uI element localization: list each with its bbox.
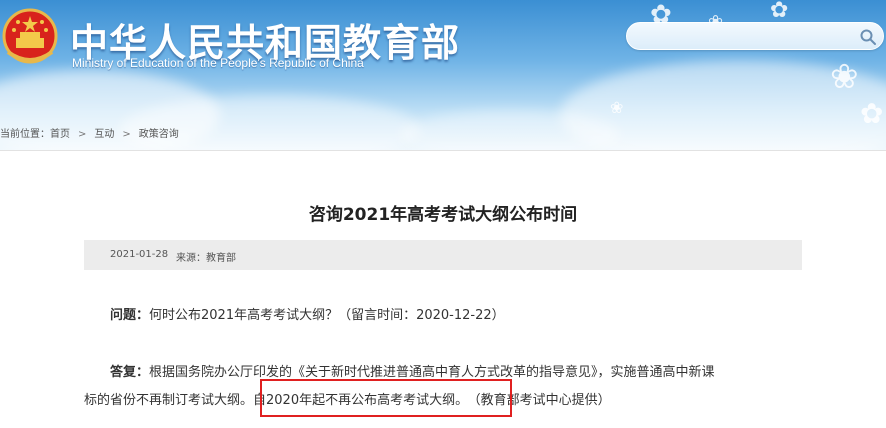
search-box[interactable] xyxy=(626,22,884,50)
answer-text-line1: 根据国务院办公厅印发的《关于新时代推进普通高中育人方式改革的指导意见》，实施普通… xyxy=(149,365,715,380)
article-date: 2021-01-28 xyxy=(110,249,169,260)
question-label: 问题： xyxy=(110,308,150,323)
article-source: 来源：教育部 xyxy=(176,253,236,264)
breadcrumb: 当前位置：首页 > 互动 > 政策咨询 xyxy=(0,125,179,140)
breadcrumb-separator: > xyxy=(78,129,87,140)
site-header: ✿ ❀ ✿ ❀ ✿ ❀ 中华人民共和国教育部 Ministry of Educa… xyxy=(0,0,886,150)
answer-label: 答复： xyxy=(110,365,150,380)
site-subtitle: Ministry of Education of the People's Re… xyxy=(72,56,364,70)
breadcrumb-policy-consult[interactable]: 政策咨询 xyxy=(139,129,179,140)
decorative-flower-icon: ❀ xyxy=(830,57,859,97)
decorative-flower-icon: ✿ xyxy=(860,97,884,130)
article-title: 咨询2021年高考考试大纲公布时间 xyxy=(308,205,578,225)
breadcrumb-separator: > xyxy=(122,129,131,140)
header-divider xyxy=(0,150,886,151)
highlight-annotation-box xyxy=(260,379,512,417)
breadcrumb-prefix: 当前位置： xyxy=(0,129,50,140)
national-emblem-icon xyxy=(2,8,58,64)
breadcrumb-interaction[interactable]: 互动 xyxy=(94,129,114,140)
answer-text-line2-start: 标的省份不再制订考试大纲。 xyxy=(84,393,254,408)
search-icon[interactable] xyxy=(859,28,877,46)
breadcrumb-home[interactable]: 首页 xyxy=(50,129,70,140)
question-text: 何时公布2021年高考考试大纲？（留言时间：2020-12-22） xyxy=(149,308,505,323)
search-input[interactable] xyxy=(639,27,839,47)
decorative-flower-icon: ✿ xyxy=(770,0,789,23)
answer-paragraph-line1: 答复：根据国务院办公厅印发的《关于新时代推进普通高中育人方式改革的指导意见》，实… xyxy=(110,361,715,380)
decorative-flower-icon: ❀ xyxy=(610,98,624,117)
question-paragraph: 问题：何时公布2021年高考考试大纲？（留言时间：2020-12-22） xyxy=(110,304,505,323)
article-meta-bar: 2021-01-28 来源：教育部 xyxy=(84,240,802,270)
